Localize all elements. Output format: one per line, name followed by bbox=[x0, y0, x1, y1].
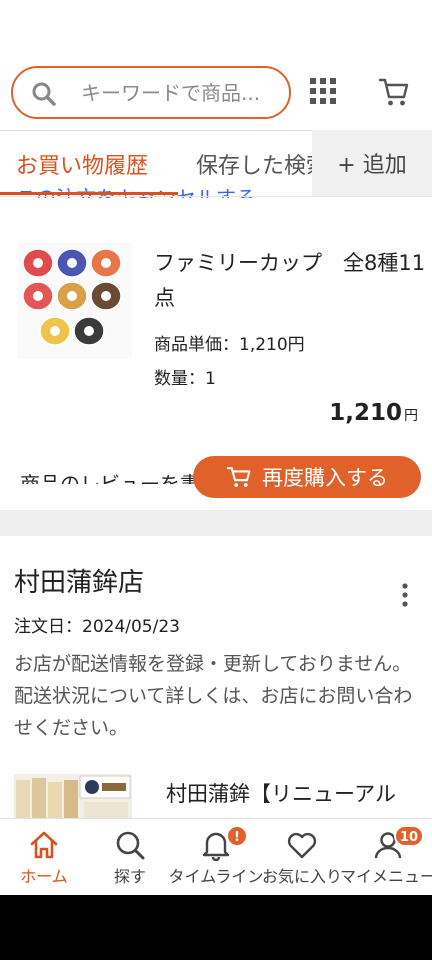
grid-menu-icon[interactable] bbox=[310, 78, 336, 104]
cart-icon[interactable] bbox=[378, 76, 410, 108]
rebuy-button[interactable]: 再度購入する bbox=[193, 456, 421, 498]
nav-home[interactable]: ホーム bbox=[0, 819, 88, 895]
search-bar[interactable] bbox=[11, 66, 291, 119]
product-name[interactable]: ファミリーカップ 全8種11点 bbox=[154, 246, 426, 316]
product-image[interactable] bbox=[18, 243, 132, 359]
add-tab-button[interactable]: + 追加 bbox=[312, 130, 432, 196]
tab-saved-search[interactable]: 保存した検索 bbox=[196, 148, 316, 180]
tab-purchase-history[interactable]: お買い物履歴 bbox=[16, 148, 148, 180]
product-name[interactable]: 村田蒲鉾【リニューアル bbox=[166, 778, 396, 808]
rebuy-label: 再度購入する bbox=[262, 467, 388, 490]
active-tab-indicator bbox=[0, 192, 178, 195]
nav-my-menu[interactable]: 10 マイメニュー bbox=[340, 819, 432, 895]
nav-my-menu-label: マイメニュー bbox=[340, 867, 432, 886]
tabs-divider bbox=[0, 196, 432, 197]
nav-favorites[interactable]: お気に入り bbox=[258, 819, 346, 895]
nav-timeline[interactable]: ! タイムライン bbox=[169, 819, 263, 895]
shipping-notice: お店が配送情報を登録・更新しておりません。配送状況について詳しくは、お店にお問い… bbox=[14, 653, 413, 739]
heart-icon bbox=[287, 832, 317, 859]
search-icon bbox=[116, 831, 145, 860]
app-screen: この注文をキャンセルする お買い物履歴 保存した検索 + 追加 ファミリーカップ bbox=[0, 0, 432, 895]
my-menu-badge: 10 bbox=[394, 825, 425, 847]
cart-icon bbox=[226, 467, 251, 487]
tab-bar: お買い物履歴 保存した検索 + 追加 bbox=[0, 130, 432, 196]
total-price-value: 1,210 bbox=[329, 400, 402, 426]
notification-badge: ! bbox=[226, 825, 248, 847]
home-icon bbox=[30, 831, 58, 859]
order-date: 注文日：2024/05/23 bbox=[14, 617, 180, 637]
nav-home-label: ホーム bbox=[20, 867, 68, 886]
total-price-unit: 円 bbox=[404, 408, 418, 424]
nav-favorites-label: お気に入り bbox=[261, 867, 342, 886]
nav-timeline-label: タイムライン bbox=[168, 867, 264, 886]
write-review-link[interactable]: 商品のレビューを書く bbox=[20, 468, 220, 484]
nav-search-label: 探す bbox=[113, 867, 146, 886]
search-input[interactable] bbox=[81, 78, 285, 108]
more-options-icon[interactable] bbox=[396, 582, 414, 608]
add-tab-label: + 追加 bbox=[337, 153, 407, 178]
bottom-nav: ホーム 探す ! タイムライン お気に入り 10 マイメニュー bbox=[0, 818, 432, 895]
search-icon bbox=[32, 82, 56, 106]
store-name[interactable]: 村田蒲鉾店 bbox=[14, 562, 144, 599]
total-price: 1,210 円 bbox=[329, 400, 418, 426]
nav-search[interactable]: 探す bbox=[86, 819, 174, 895]
section-separator bbox=[0, 510, 432, 536]
unit-price: 商品単価：1,210円 bbox=[154, 335, 305, 355]
quantity: 数量：1 bbox=[154, 369, 216, 389]
